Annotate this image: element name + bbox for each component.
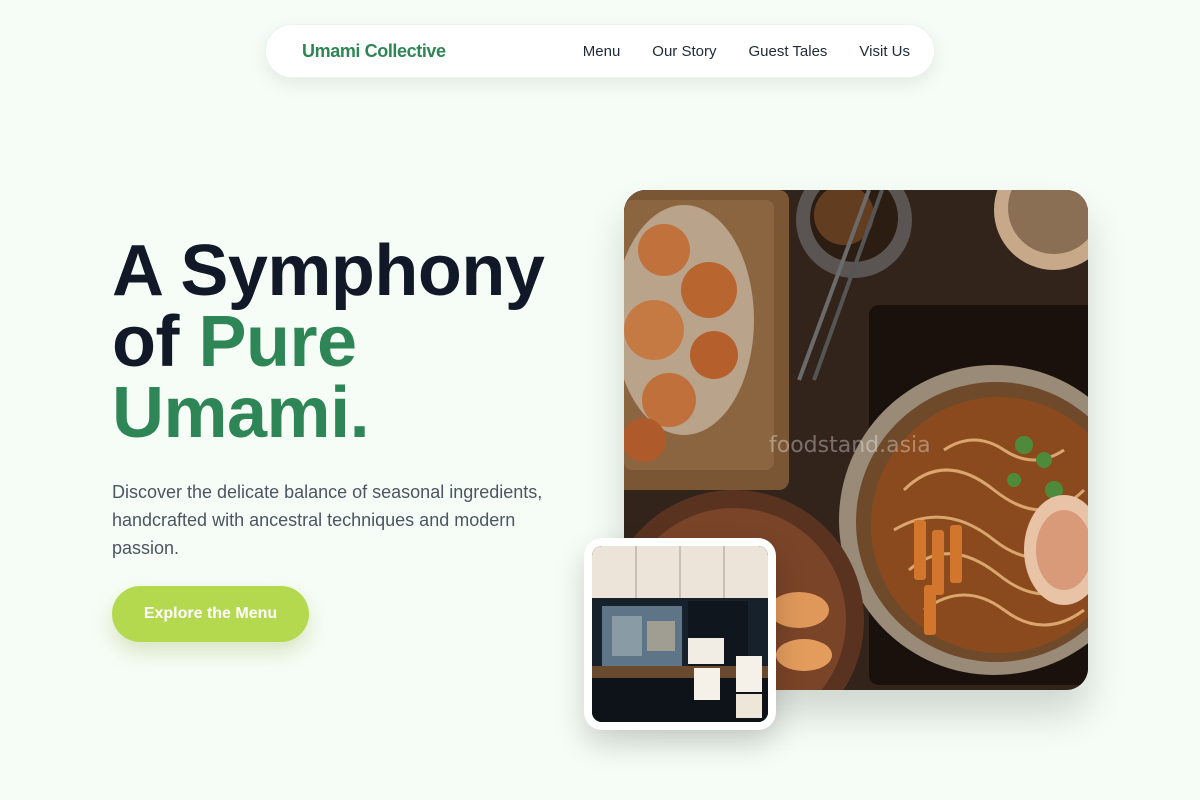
restaurant-thumbnail-card <box>584 538 776 730</box>
nav-link-menu[interactable]: Menu <box>583 43 621 60</box>
hero-headline: A Symphony of Pure Umami. <box>112 235 545 449</box>
nav-links: Menu Our Story Guest Tales Visit Us <box>583 43 910 60</box>
brand-logo[interactable]: Umami Collective <box>302 41 446 62</box>
headline-line1: A Symphony <box>112 231 545 311</box>
headline-accent-pure: Pure <box>198 302 357 382</box>
nav-link-our-story[interactable]: Our Story <box>652 43 716 60</box>
headline-accent-umami: Umami. <box>112 373 370 453</box>
explore-menu-button[interactable]: Explore the Menu <box>112 586 309 642</box>
hero-subtitle: Discover the delicate balance of seasona… <box>112 482 543 558</box>
nav-link-visit-us[interactable]: Visit Us <box>859 43 910 60</box>
headline-of: of <box>112 302 179 382</box>
top-navbar: Umami Collective Menu Our Story Guest Ta… <box>265 24 935 78</box>
image-watermark: foodstand.asia <box>769 433 931 458</box>
restaurant-storefront-photo <box>592 546 768 722</box>
nav-link-guest-tales[interactable]: Guest Tales <box>748 43 827 60</box>
